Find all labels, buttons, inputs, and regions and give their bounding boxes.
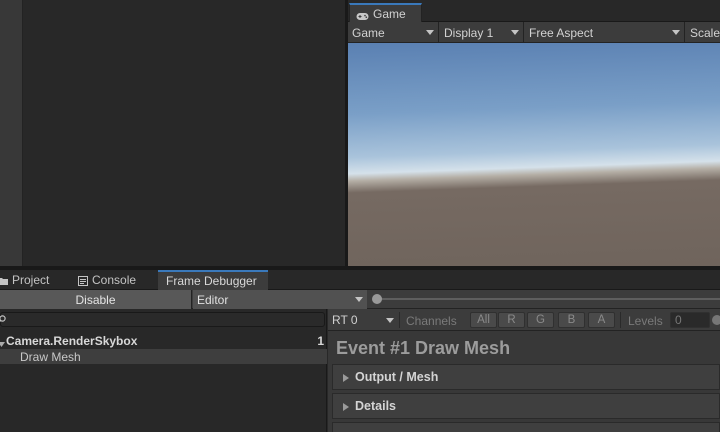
- levels-label: Levels: [628, 314, 663, 328]
- display-dropdown[interactable]: Display 1: [440, 22, 524, 43]
- levels-value: 0: [675, 313, 682, 327]
- search-input[interactable]: [0, 312, 325, 327]
- target-value: Editor: [197, 292, 229, 307]
- tree-row-count: 1: [317, 334, 324, 348]
- foldout-output-mesh[interactable]: Output / Mesh: [332, 364, 720, 390]
- levels-field[interactable]: 0: [670, 312, 710, 328]
- channel-r-button[interactable]: R: [498, 312, 525, 328]
- event-title: Event #1 Draw Mesh: [336, 338, 511, 358]
- channel-label: A: [597, 314, 606, 326]
- tree-row-label: Draw Mesh: [20, 349, 81, 364]
- display-value: Display 1: [444, 25, 494, 40]
- console-icon: [78, 275, 88, 286]
- bottom-tab-bar: Project Console Frame Debugger: [0, 270, 720, 290]
- foldout-arrow-icon: [343, 403, 349, 411]
- dropdown-arrow-icon: [355, 297, 363, 302]
- channel-g-button[interactable]: G: [527, 312, 554, 328]
- left-panel-strip: [0, 0, 22, 268]
- channel-b-button[interactable]: B: [558, 312, 585, 328]
- render-target-value: RT 0: [332, 313, 358, 327]
- toolbar-separator: [399, 312, 400, 328]
- foldout-label: Output / Mesh: [355, 370, 439, 384]
- foldout-details[interactable]: Details: [332, 393, 720, 419]
- render-target-dropdown[interactable]: RT 0: [330, 311, 396, 329]
- levels-slider-handle[interactable]: [712, 315, 720, 325]
- channel-label: B: [567, 314, 576, 326]
- tree-row-label: Camera.RenderSkybox: [6, 334, 138, 348]
- dropdown-arrow-icon: [511, 30, 519, 35]
- game-toolbar: Game Display 1 Free Aspect Scale: [348, 22, 720, 43]
- tab-console[interactable]: Console: [78, 270, 156, 290]
- tab-project[interactable]: Project: [0, 270, 64, 290]
- view-mode-value: Game: [352, 25, 385, 40]
- dropdown-arrow-icon: [386, 318, 394, 323]
- foldout-partial[interactable]: [332, 422, 720, 432]
- tab-game[interactable]: Game: [349, 3, 422, 23]
- tree-row-draw-mesh[interactable]: Draw Mesh: [0, 349, 327, 364]
- foldout-label: Details: [355, 399, 396, 413]
- tab-project-label: Project: [12, 273, 50, 287]
- toolbar-separator: [620, 312, 621, 328]
- tab-game-label: Game: [373, 7, 406, 21]
- event-tree-panel: [0, 309, 327, 432]
- channels-label: Channels: [406, 314, 457, 328]
- target-dropdown[interactable]: Editor: [193, 290, 367, 309]
- dropdown-arrow-icon: [426, 30, 434, 35]
- scene-panel: [22, 0, 346, 268]
- tab-frame-debugger-label: Frame Debugger: [166, 274, 257, 288]
- scale-label: Scale: [690, 25, 720, 40]
- event-slider-track[interactable]: [376, 298, 720, 300]
- folder-icon: [0, 275, 8, 285]
- tab-console-label: Console: [92, 273, 137, 287]
- channel-a-button[interactable]: A: [588, 312, 615, 328]
- aspect-value: Free Aspect: [529, 25, 594, 40]
- event-slider-handle[interactable]: [372, 294, 382, 304]
- view-mode-dropdown[interactable]: Game: [348, 22, 439, 43]
- dropdown-arrow-icon: [672, 30, 680, 35]
- disable-button[interactable]: Disable: [0, 290, 192, 309]
- scale-slider-label[interactable]: Scale: [686, 22, 720, 43]
- game-viewport[interactable]: [348, 43, 720, 268]
- aspect-dropdown[interactable]: Free Aspect: [525, 22, 685, 43]
- disable-label: Disable: [75, 292, 116, 307]
- channel-label: R: [507, 314, 516, 326]
- tab-frame-debugger[interactable]: Frame Debugger: [158, 270, 268, 290]
- channel-label: All: [477, 314, 490, 326]
- channel-label: G: [536, 314, 545, 326]
- tree-row-camera-renderskybox[interactable]: Camera.RenderSkybox 1: [0, 333, 327, 349]
- search-icon: [0, 313, 6, 322]
- foldout-arrow-icon: [343, 374, 349, 382]
- gamepad-icon: [356, 10, 369, 20]
- channel-all-button[interactable]: All: [470, 312, 497, 328]
